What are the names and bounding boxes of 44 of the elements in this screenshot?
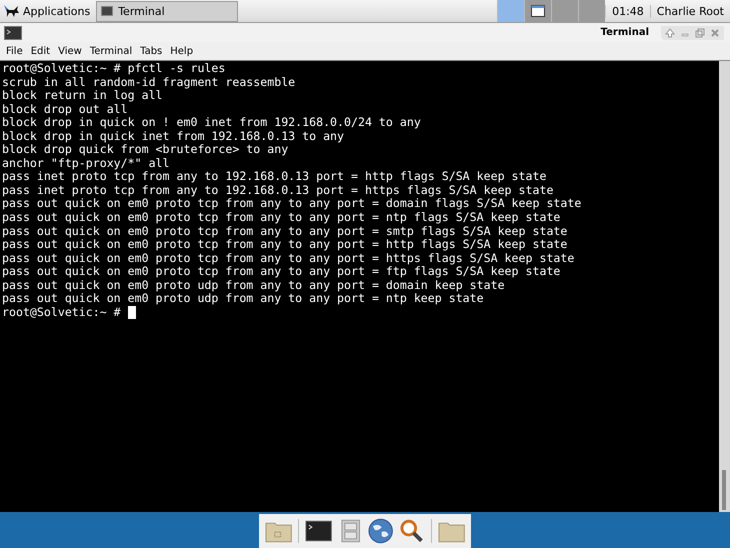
cabinet-icon[interactable] — [338, 519, 362, 543]
terminal-line: pass out quick on em0 proto tcp from any to any port = https flags S/SA keep state — [2, 252, 576, 266]
terminal-line: block drop out all — [2, 102, 129, 116]
terminal-line: pass out quick on em0 proto tcp from any to any port = domain flags S/SA keep state — [2, 197, 582, 212]
prompt: root@Solvetic:~ # — [2, 306, 121, 320]
menu-item[interactable]: Edit — [26, 46, 54, 56]
window-title: Terminal — [600, 27, 650, 38]
maximize-icon[interactable] — [695, 28, 705, 38]
terminal-icon[interactable] — [305, 519, 333, 543]
user-name[interactable]: Charlie Root — [650, 4, 730, 18]
globe-icon[interactable] — [368, 518, 394, 544]
close-icon[interactable] — [710, 28, 720, 38]
terminal-icon — [101, 6, 114, 16]
terminal-line: pass out quick on em0 proto tcp from any to any port = ftp flags S/SA keep state — [2, 265, 562, 279]
terminal-line: root@Solvetic:~ # pfctl -s rules — [2, 62, 226, 76]
terminal-line: block drop in quick on ! em0 inet from 192.168.0.0/24 to any — [2, 116, 422, 130]
terminal-line: pass out quick on em0 proto udp from any to any port = ntp keep state — [2, 292, 485, 306]
terminal-line: block drop quick from <bruteforce> to any — [2, 143, 290, 157]
terminal-line: pass inet proto tcp from any to 192.168.0.13 port = https flags S/SA keep state — [2, 184, 554, 198]
taskbar-button[interactable]: Terminal — [96, 0, 238, 22]
applications-menu[interactable]: Applications — [0, 1, 96, 21]
terminal-line: pass out quick on em0 proto tcp from any to any port = ntp flags S/SA keep state — [2, 211, 562, 225]
workspace[interactable] — [524, 0, 552, 22]
text-cursor — [128, 306, 136, 320]
terminal-line: pass inet proto tcp from any to 192.168.0.13 port = http flags S/SA keep state — [2, 170, 548, 184]
menu-item[interactable]: Tabs — [136, 46, 166, 56]
terminal-line: anchor "ftp-proxy/*" all — [2, 156, 171, 170]
menu-item[interactable]: View — [54, 46, 86, 56]
menu-item[interactable]: File — [2, 46, 27, 56]
terminal-line: pass out quick on em0 proto tcp from any to any port = http flags S/SA keep state — [2, 238, 568, 252]
clock: 01:48 — [605, 4, 650, 18]
terminal-line: scrub in all random-id fragment reassemble — [2, 76, 296, 90]
terminal-output[interactable] — [0, 61, 719, 512]
menu-item[interactable]: Help — [166, 46, 198, 56]
search-icon[interactable] — [399, 518, 425, 544]
terminal-icon — [4, 26, 22, 40]
terminal-line: block return in log all — [2, 89, 164, 103]
terminal-line: block drop in quick inet from 192.168.0.13 to any — [2, 130, 346, 144]
window-icon — [531, 5, 546, 17]
shade-icon[interactable] — [665, 28, 675, 38]
scrollbar[interactable] — [719, 61, 730, 512]
menu-item[interactable]: Terminal — [86, 46, 136, 56]
terminal-line: pass out quick on em0 proto tcp from any to any port = smtp flags S/SA keep state — [2, 224, 568, 238]
terminal-line: pass out quick on em0 proto udp from any to any port = domain keep state — [2, 278, 506, 292]
